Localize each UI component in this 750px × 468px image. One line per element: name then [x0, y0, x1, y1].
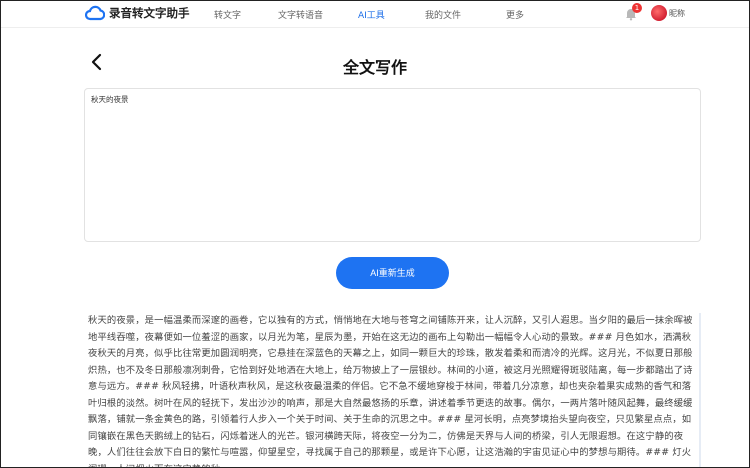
- ai-regenerate-button[interactable]: AI重新生成: [336, 257, 449, 289]
- result-text: 秋天的夜景，是一幅温柔而深邃的画卷，它以独有的方式，悄悄地在大地与苍穹之间铺陈开…: [88, 315, 693, 467]
- logo-text: 录音转文字助手: [109, 6, 190, 20]
- top-navigation-bar: 录音转文字助手 转文字 文字转语音 AI工具 我的文件 更多 1 昵称: [1, 1, 749, 28]
- prompt-input[interactable]: [91, 94, 694, 236]
- nav-item-text-to-speech[interactable]: 文字转语音: [278, 8, 323, 21]
- notification-badge: 1: [632, 3, 642, 13]
- prompt-input-container: [84, 88, 701, 242]
- nav-item-my-files[interactable]: 我的文件: [425, 8, 461, 21]
- nav-item-ai-tools[interactable]: AI工具: [358, 8, 385, 21]
- nav-item-transcribe[interactable]: 转文字: [214, 8, 241, 21]
- cloud-logo-icon: [85, 5, 105, 21]
- page-title: 全文写作: [342, 58, 407, 77]
- user-avatar[interactable]: [651, 5, 667, 21]
- logo[interactable]: 录音转文字助手: [85, 5, 190, 21]
- app-window: 录音转文字助手 转文字 文字转语音 AI工具 我的文件 更多 1 昵称 全文写作…: [0, 0, 750, 468]
- nav-item-more[interactable]: 更多: [506, 8, 524, 21]
- user-nickname[interactable]: 昵称: [669, 8, 685, 19]
- result-content: 秋天的夜景，是一幅温柔而深邃的画卷，它以独有的方式，悄悄地在大地与苍穹之间铺陈开…: [84, 313, 701, 467]
